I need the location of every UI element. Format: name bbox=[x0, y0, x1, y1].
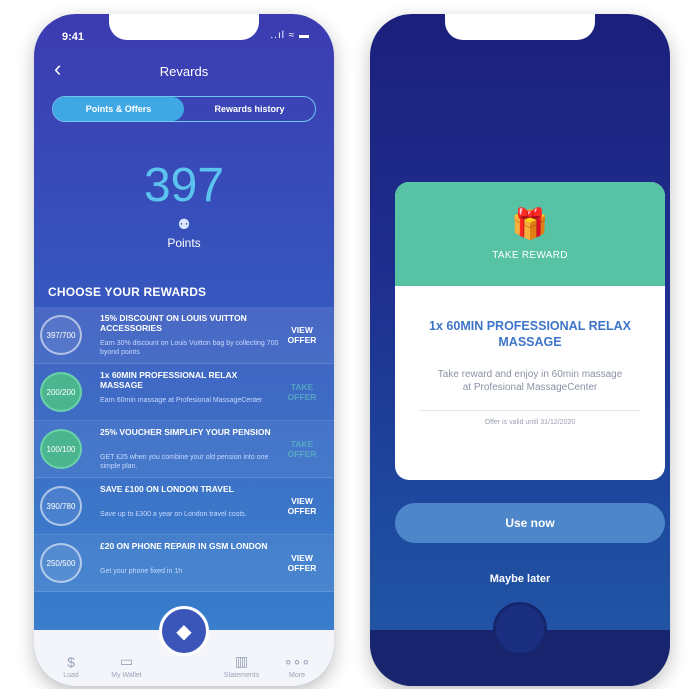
nav-label: My Wallet bbox=[111, 672, 142, 679]
use-now-button[interactable]: Use now bbox=[395, 503, 665, 543]
reward-item[interactable]: 397/700 15% DISCOUNT ON LOUIS VUITTON AC… bbox=[34, 307, 334, 364]
phone-notch bbox=[445, 14, 595, 40]
nav-my-wallet[interactable]: ▭ My Wallet bbox=[104, 630, 150, 686]
reward-title: 1x 60MIN PROFESSIONAL RELAX MASSAGE bbox=[100, 370, 238, 390]
reward-progress: 250/500 bbox=[40, 543, 82, 583]
take-reward-modal: 🎁 TAKE REWARD 1x 60MIN PROFESSIONAL RELA… bbox=[395, 182, 665, 480]
modal-header: 🎁 TAKE REWARD bbox=[395, 182, 665, 286]
reward-progress: 100/100 bbox=[40, 429, 82, 469]
reward-item[interactable]: 250/500 £20 ON PHONE REPAIR IN GSM LONDO… bbox=[34, 535, 334, 592]
tab-rewards-history[interactable]: Rewards history bbox=[184, 97, 315, 121]
nav-more[interactable]: ∘∘∘ More bbox=[274, 630, 320, 686]
reward-title: SAVE £100 ON LONDON TRAVEL bbox=[100, 484, 234, 494]
status-time: 9:41 bbox=[62, 31, 85, 43]
nav-label: Statements bbox=[223, 672, 260, 679]
more-icon: ∘∘∘ bbox=[283, 653, 311, 669]
points-label: Points bbox=[167, 236, 201, 250]
points-icon: ⚉ bbox=[177, 216, 191, 232]
modal-title: 1x 60MIN PROFESSIONAL RELAX MASSAGE bbox=[429, 319, 631, 349]
nav-label: More bbox=[289, 672, 305, 679]
reward-progress: 390/780 bbox=[40, 486, 82, 526]
take-offer-button[interactable]: TAKE OFFER bbox=[282, 382, 322, 402]
tab-bar: Points & Offers Rewards history bbox=[52, 96, 316, 122]
rewards-list: 397/700 15% DISCOUNT ON LOUIS VUITTON AC… bbox=[34, 307, 334, 592]
reward-title: 15% DISCOUNT ON LOUIS VUITTON ACCESSORIE… bbox=[100, 313, 247, 333]
reward-item[interactable]: 100/100 25% VOUCHER SIMPLIFY YOUR PENSIO… bbox=[34, 421, 334, 478]
view-offer-button[interactable]: VIEW OFFER bbox=[282, 553, 322, 573]
gift-icon: 🎁 bbox=[511, 208, 549, 241]
reward-item[interactable]: 390/780 SAVE £100 ON LONDON TRAVEL Save … bbox=[34, 478, 334, 535]
status-icons: ..ıl ≈ ▬ bbox=[270, 30, 310, 41]
reward-description: Earn 60min massage at Profesional Massag… bbox=[100, 397, 263, 404]
divider bbox=[419, 410, 641, 411]
wallet-icon: ▭ bbox=[119, 653, 134, 669]
dollar-icon: $ bbox=[67, 654, 75, 670]
modal-description: Take reward and enjoy in 60min massage a… bbox=[437, 369, 623, 393]
reward-item[interactable]: 200/200 1x 60MIN PROFESSIONAL RELAX MASS… bbox=[34, 364, 334, 421]
view-offer-button[interactable]: VIEW OFFER bbox=[282, 496, 322, 516]
reward-title: £20 ON PHONE REPAIR IN GSM LONDON bbox=[100, 541, 268, 551]
rewards-screen: 9:41 ..ıl ≈ ▬ ‹ Revards Points & Offers … bbox=[34, 14, 334, 686]
dimmed-home-fab bbox=[493, 602, 547, 656]
maybe-later-button[interactable]: Maybe later bbox=[370, 573, 670, 585]
chart-icon: ▥ bbox=[234, 653, 249, 669]
reward-description: GET £25 when you combine your old pensio… bbox=[100, 454, 269, 470]
tab-points-offers[interactable]: Points & Offers bbox=[53, 97, 184, 121]
nav-load[interactable]: $ Load bbox=[48, 630, 94, 686]
nav-label: Load bbox=[63, 672, 79, 679]
reward-description: Earn 30% discount on Louis Vuitton bag b… bbox=[100, 340, 279, 356]
home-fab-button[interactable]: ◆ bbox=[159, 606, 209, 656]
page-title: Revards bbox=[159, 64, 209, 79]
take-reward-screen: 🎁 TAKE REWARD 1x 60MIN PROFESSIONAL RELA… bbox=[370, 14, 670, 686]
section-title: CHOOSE YOUR REWARDS bbox=[48, 285, 207, 299]
view-offer-button[interactable]: VIEW OFFER bbox=[282, 325, 322, 345]
reward-progress: 397/700 bbox=[40, 315, 82, 355]
reward-title: 25% VOUCHER SIMPLIFY YOUR PENSION bbox=[100, 427, 271, 437]
reward-description: Save up to £300 a year on London travel … bbox=[100, 511, 247, 518]
logo-icon: ◆ bbox=[176, 620, 192, 643]
phone-notch bbox=[109, 14, 259, 40]
reward-progress: 200/200 bbox=[40, 372, 82, 412]
reward-description: Get your phone fixed in 1h bbox=[100, 568, 183, 575]
offer-valid-text: Offer is valid until 31/12/2020 bbox=[484, 419, 576, 426]
take-offer-button[interactable]: TAKE OFFER bbox=[282, 439, 322, 459]
nav-statements[interactable]: ▥ Statements bbox=[219, 630, 265, 686]
points-value: 397 bbox=[143, 159, 225, 212]
modal-header-label: TAKE REWARD bbox=[492, 250, 568, 261]
